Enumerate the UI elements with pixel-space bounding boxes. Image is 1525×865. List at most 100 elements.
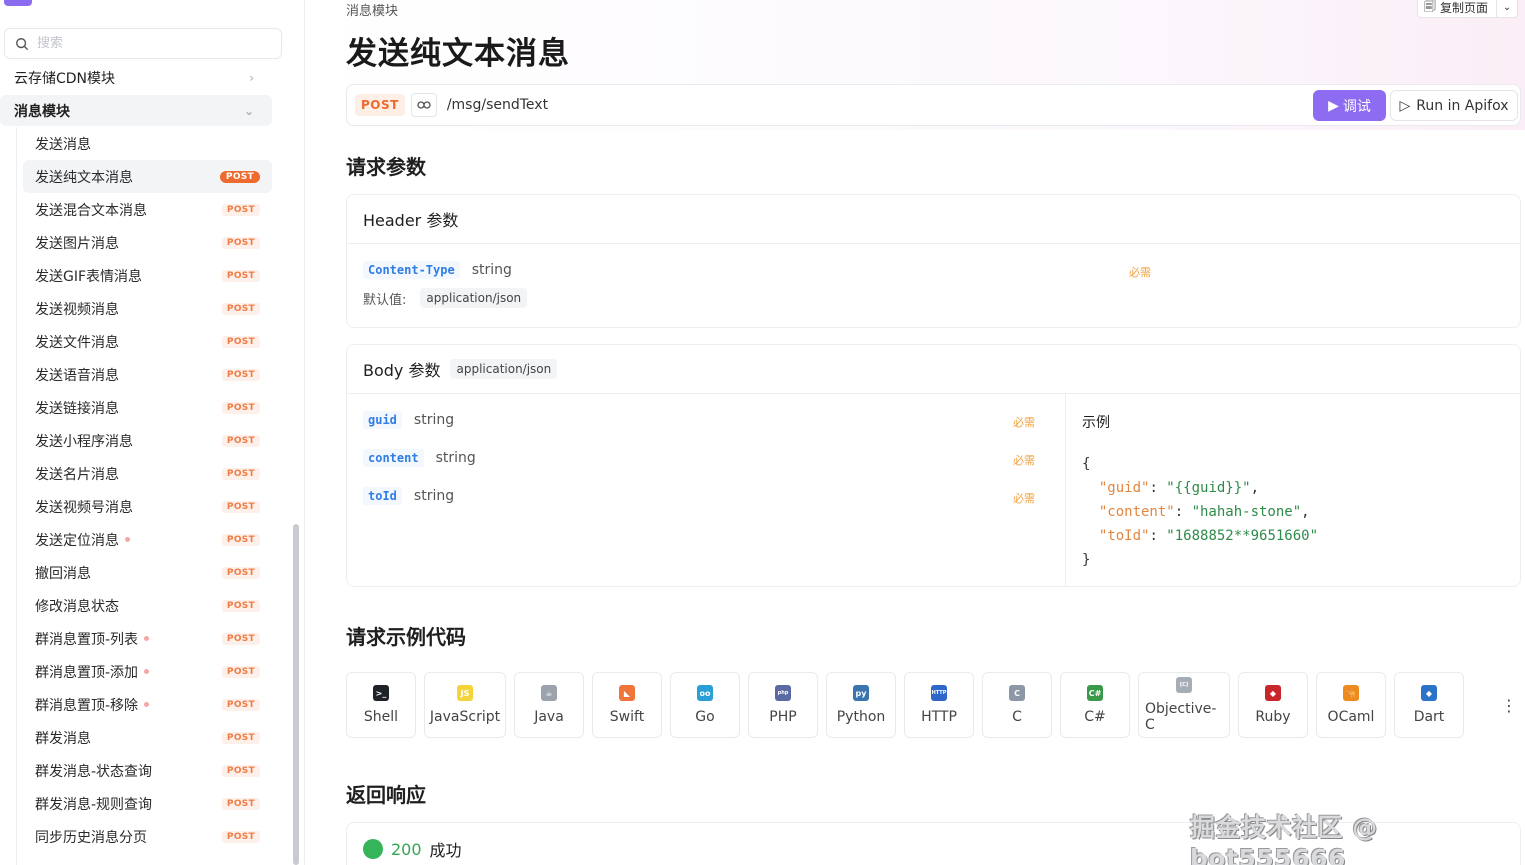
language-tab-label: C# (1084, 709, 1106, 725)
objc-icon: [C] (1176, 677, 1192, 693)
method-badge: POST (221, 500, 260, 513)
sidebar-item[interactable]: 发送文件消息 POST (0, 325, 272, 358)
language-tab-c[interactable]: CC (982, 672, 1052, 738)
sidebar-item[interactable]: 同步历史消息分页 POST (0, 820, 272, 853)
copy-icon: 🗐 (1424, 0, 1436, 13)
code-value: "{{guid}}" (1166, 480, 1251, 496)
sidebar-item[interactable]: 群发消息-状态查询 POST (0, 754, 272, 787)
sidebar-item[interactable]: 撤回消息 POST (0, 556, 272, 589)
method-badge: POST (221, 335, 260, 348)
watermark: 掘金技术社区 @ bot555666 (1190, 813, 1378, 865)
sidebar-item[interactable]: 发送纯文本消息 POST (23, 160, 272, 193)
param-name[interactable]: guid (363, 411, 402, 429)
language-tab-java[interactable]: ☕ Java (514, 672, 584, 738)
language-tab-label: Python (836, 709, 886, 725)
sidebar-item-label: 群消息置顶-添加 (35, 664, 139, 681)
code-line: "guid": "{{guid}}", (1098, 480, 1260, 496)
link-icon[interactable] (410, 93, 437, 117)
response-status: 200 成功 (363, 837, 462, 861)
sidebar-item[interactable]: 发送小程序消息 POST (0, 424, 272, 457)
language-tab-swift[interactable]: ◣ Swift (592, 672, 662, 738)
more-icon[interactable]: ⋮ (1501, 696, 1517, 715)
c-icon: C (1009, 685, 1025, 701)
language-tab-label: JavaScript (429, 709, 501, 725)
method-badge: POST (221, 731, 260, 744)
sidebar-item[interactable]: 发送GIF表情消息 POST (0, 259, 272, 292)
endpoint-path[interactable]: /msg/sendText (447, 97, 548, 113)
run-in-apifox-button[interactable]: ▷ Run in Apifox (1390, 90, 1518, 121)
js-icon: JS (457, 685, 473, 701)
language-tab-label: Go (695, 709, 715, 725)
sidebar-group-message[interactable]: 消息模块 ⌄ (0, 95, 272, 126)
sidebar-group-cdn[interactable]: 云存储CDN模块 › (0, 62, 272, 93)
header-params-card: Header 参数 Content-Type string 必需 默认值: ap… (346, 194, 1521, 328)
section-title-response: 返回响应 (346, 783, 426, 807)
language-tab-label: C (1012, 709, 1022, 725)
sidebar-item[interactable]: 发送语音消息 POST (0, 358, 272, 391)
go-icon: oo (697, 685, 713, 701)
try-button[interactable]: ▶ 调试 (1313, 90, 1386, 121)
sidebar: 云存储CDN模块 › 消息模块 ⌄ 发送消息发送纯文本消息 POST 发送混合文本消… (0, 0, 305, 865)
method-badge: POST (221, 599, 260, 612)
code-value: "hahah-stone" (1191, 504, 1302, 520)
sidebar-item[interactable]: 发送视频消息 POST (0, 292, 272, 325)
chevron-down-icon[interactable]: ⌄ (1497, 2, 1517, 13)
body-param-row: toId string (363, 487, 454, 505)
code-separator: , (1301, 504, 1310, 520)
required-label: 必需 (1013, 492, 1035, 505)
sidebar-item[interactable]: 发送消息 (0, 127, 272, 160)
search-input[interactable] (37, 36, 257, 51)
language-tab-dart[interactable]: ◆ Dart (1394, 672, 1464, 738)
method-badge: POST (221, 533, 260, 546)
sidebar-item[interactable]: 群发消息 POST (0, 721, 272, 754)
sidebar-item[interactable]: 发送名片消息 POST (0, 457, 272, 490)
method-badge: POST (221, 566, 260, 579)
code-key: "toId" (1098, 528, 1150, 544)
method-badge: POST (221, 467, 260, 480)
language-tab-objc[interactable]: [C] Objective-C (1138, 672, 1230, 738)
param-name[interactable]: Content-Type (363, 261, 460, 279)
language-tab-terminal[interactable]: >_ Shell (346, 672, 416, 738)
sidebar-item-label: 发送语音消息 (35, 367, 119, 384)
copy-page-button[interactable]: 🗐 复制页面 ⌄ (1417, 0, 1519, 18)
example-code[interactable]: { "guid": "{{guid}}", "content": "hahah-… (1082, 452, 1318, 572)
language-tab-php[interactable]: php PHP (748, 672, 818, 738)
breadcrumb[interactable]: 消息模块 (346, 0, 398, 19)
language-tab-csharp[interactable]: C# C# (1060, 672, 1130, 738)
language-tab-http[interactable]: HTTP HTTP (904, 672, 974, 738)
param-type: string (413, 412, 455, 428)
sidebar-item-label: 群消息置顶-列表 (35, 631, 139, 648)
method-badge: POST (221, 698, 260, 711)
sidebar-item[interactable]: 群消息置顶-移除 POST (0, 688, 272, 721)
param-name[interactable]: toId (363, 487, 402, 505)
search-box[interactable] (4, 28, 282, 59)
sidebar-item[interactable]: 群消息置顶-添加 POST (0, 655, 272, 688)
sidebar-item[interactable]: 发送图片消息 POST (0, 226, 272, 259)
sidebar-item-label: 群消息置顶-移除 (35, 697, 139, 714)
sidebar-item[interactable]: 修改消息状态 POST (0, 589, 272, 622)
status-dot (144, 636, 150, 641)
sidebar-scrollbar[interactable] (293, 524, 299, 865)
sidebar-item[interactable]: 发送混合文本消息 POST (0, 193, 272, 226)
language-tab-ruby[interactable]: ◆ Ruby (1238, 672, 1308, 738)
sidebar-item[interactable]: 群消息置顶-列表 POST (0, 622, 272, 655)
sidebar-item[interactable]: 发送链接消息 POST (0, 391, 272, 424)
language-tab-js[interactable]: JS JavaScript (424, 672, 506, 738)
language-tab-label: Java (534, 709, 564, 725)
language-tab-label: Shell (363, 709, 399, 725)
code-line: "toId": "1688852**9651660" (1098, 528, 1319, 544)
sidebar-item[interactable]: 发送定位消息 POST (0, 523, 272, 556)
method-badge: POST (219, 170, 260, 183)
param-name[interactable]: content (363, 449, 424, 467)
sidebar-item[interactable]: 群发消息-规则查询 POST (0, 787, 272, 820)
sidebar-item-label: 群发消息-状态查询 (35, 763, 153, 780)
language-tab-label: HTTP (921, 709, 957, 725)
default-value: application/json (420, 288, 528, 308)
sidebar-item-label: 发送纯文本消息 (35, 169, 133, 186)
language-tab-ocaml[interactable]: 🐫 OCaml (1316, 672, 1386, 738)
http-icon: HTTP (931, 685, 947, 701)
language-tab-go[interactable]: oo Go (670, 672, 740, 738)
language-tab-python[interactable]: py Python (826, 672, 896, 738)
sidebar-item-label: 发送定位消息 (35, 532, 119, 549)
sidebar-item[interactable]: 发送视频号消息 POST (0, 490, 272, 523)
